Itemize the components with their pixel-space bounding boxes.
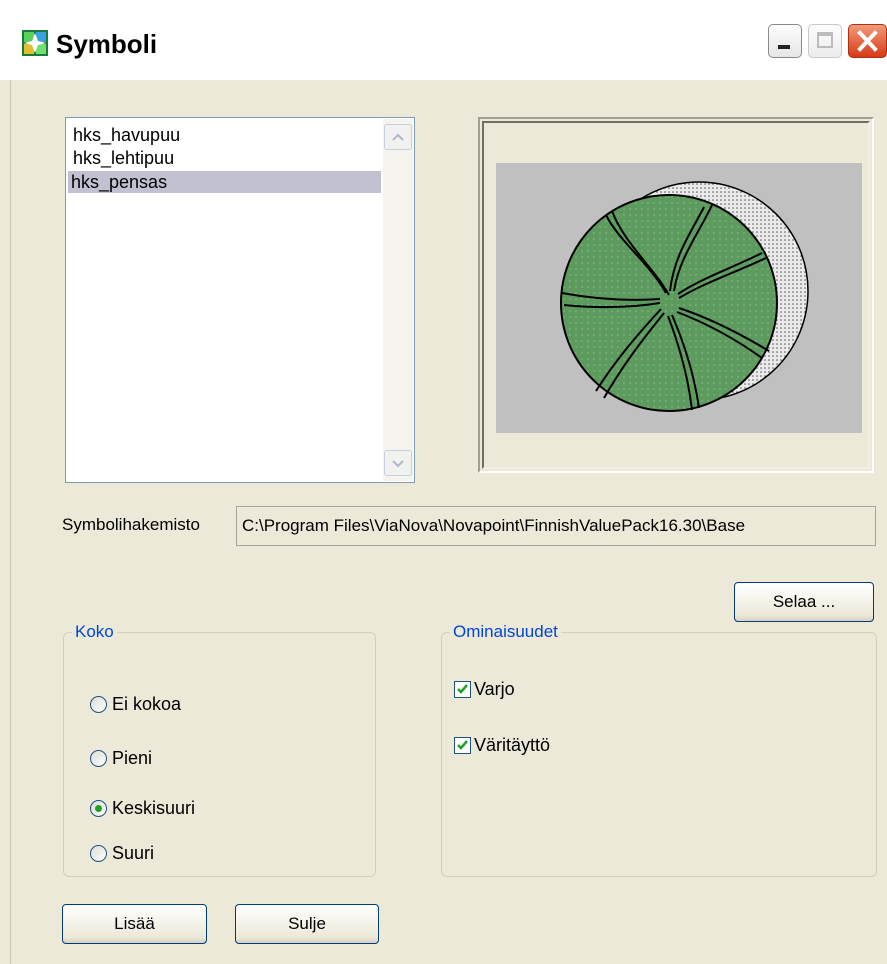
checkbox-label: Väritäyttö [474, 735, 551, 755]
list-item-selected[interactable]: hks_pensas [68, 171, 381, 193]
minimize-icon [778, 45, 790, 49]
minimize-button[interactable] [768, 24, 802, 58]
maximize-button[interactable] [808, 24, 842, 58]
list-item[interactable]: hks_havupuu [70, 124, 180, 146]
title-bar[interactable]: Symboli [0, 0, 887, 80]
symbol-listbox[interactable]: hks_havupuu hks_lehtipuu hks_pensas [65, 117, 415, 483]
chevron-down-icon [392, 460, 404, 468]
add-button[interactable]: Lisää [62, 904, 207, 944]
window-title: Symboli [56, 29, 158, 59]
symbol-dialog: Symboli hks_havupuu hks_lehtipuu hks_pen… [0, 0, 887, 964]
radio-circle-icon [90, 845, 107, 862]
checkbox-color-fill[interactable]: Väritäyttö [454, 734, 550, 756]
symbol-directory-label: Symbolihakemisto [62, 515, 200, 534]
radio-label: Suuri [112, 843, 155, 863]
list-item[interactable]: hks_lehtipuu [70, 147, 174, 169]
maximize-icon [817, 32, 833, 48]
scroll-up-button[interactable] [384, 124, 412, 150]
browse-button[interactable]: Selaa ... [734, 582, 874, 622]
checkmark-icon [454, 737, 471, 754]
symbol-directory-field[interactable]: C:\Program Files\ViaNova\Novapoint\Finni… [236, 506, 876, 546]
close-button[interactable] [848, 24, 887, 58]
radio-label: Pieni [112, 748, 153, 768]
radio-medium[interactable]: Keskisuuri [90, 797, 195, 819]
radio-large[interactable]: Suuri [90, 842, 154, 864]
size-group-title: Koko [72, 621, 117, 643]
properties-group-title: Ominaisuudet [450, 621, 561, 643]
properties-group: Ominaisuudet Varjo Väritäyttö [441, 621, 877, 877]
close-icon [857, 30, 878, 52]
radio-circle-icon [90, 750, 107, 767]
radio-selected-icon [90, 800, 107, 817]
app-icon [22, 30, 48, 56]
radio-no-size[interactable]: Ei kokoa [90, 693, 181, 715]
radio-label: Ei kokoa [112, 694, 182, 714]
scroll-down-button[interactable] [384, 450, 412, 476]
chevron-up-icon [392, 133, 404, 141]
preview-frame [482, 121, 870, 469]
radio-small[interactable]: Pieni [90, 747, 152, 769]
shrub-symbol-image [496, 163, 862, 433]
radio-label: Keskisuuri [112, 798, 196, 818]
checkbox-shadow[interactable]: Varjo [454, 678, 515, 700]
symbol-preview [478, 117, 874, 473]
radio-circle-icon [90, 696, 107, 713]
close-dialog-button[interactable]: Sulje [235, 904, 379, 944]
size-group: Koko Ei kokoa Pieni Keskisuuri Suuri [63, 621, 376, 877]
checkmark-icon [454, 681, 471, 698]
checkbox-label: Varjo [474, 679, 515, 699]
vertical-scrollbar[interactable] [383, 119, 413, 481]
